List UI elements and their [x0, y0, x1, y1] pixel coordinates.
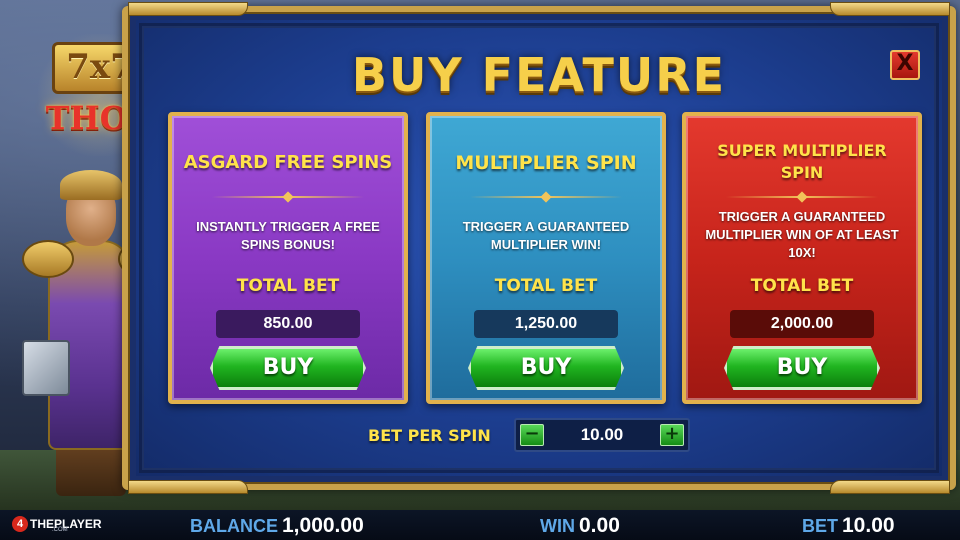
status-bar: 4 THEPLAYER .COM BALANCE 1,000.00 WIN 0.00 …	[0, 510, 960, 540]
total-bet-value: 2,000.00	[730, 310, 874, 338]
balance-label: BALANCE	[190, 516, 278, 536]
minus-icon[interactable]: −	[520, 424, 544, 446]
total-bet-label: TOTAL BET	[236, 276, 340, 296]
bet-per-spin-label: BET PER SPIN	[368, 426, 491, 445]
feature-card-asgard-free-spins: ASGARD FREE SPINS INSTANTLY TRIGGER A FR…	[168, 112, 408, 404]
plus-icon[interactable]: +	[660, 424, 684, 446]
frame-corner-ornament	[830, 480, 950, 494]
total-bet-value: 1,250.00	[474, 310, 618, 338]
buy-feature-dialog: BUY FEATURE X ASGARD FREE SPINS INSTANTL…	[122, 2, 956, 494]
thor-helmet	[60, 170, 122, 200]
frame-corner-ornament	[128, 2, 248, 16]
frame-corner-ornament	[830, 2, 950, 16]
balance-display: BALANCE 1,000.00	[190, 514, 364, 538]
feature-description: INSTANTLY TRIGGER A FREE SPINS BONUS!	[196, 219, 380, 252]
bet-per-spin-value: 10.00	[580, 425, 624, 444]
bet-display: BET 10.00	[802, 514, 895, 538]
ornament-divider	[212, 196, 364, 198]
bet-value: 10.00	[842, 514, 895, 537]
feature-title: ASGARD FREE SPINS	[183, 152, 393, 173]
win-value: 0.00	[579, 514, 620, 537]
total-bet-label: TOTAL BET	[750, 276, 854, 296]
ornament-divider	[470, 196, 622, 198]
feature-card-multiplier-spin: MULTIPLIER SPIN TRIGGER A GUARANTEED MUL…	[426, 112, 666, 404]
frame-corner-ornament	[128, 480, 248, 494]
buy-button[interactable]: BUY	[724, 346, 880, 390]
feature-description: TRIGGER A GUARANTEED MULTIPLIER WIN OF A…	[705, 209, 899, 260]
feature-title: MULTIPLIER SPIN	[455, 152, 637, 174]
thor-left-shoulder	[22, 240, 74, 278]
feature-title: SUPER MULTIPLIER SPIN	[717, 141, 887, 182]
bet-label: BET	[802, 516, 838, 536]
bet-per-spin-stepper: − 10.00 +	[514, 418, 690, 452]
balance-value: 1,000.00	[282, 514, 364, 537]
buy-button[interactable]: BUY	[210, 346, 366, 390]
win-display: WIN 0.00	[540, 514, 620, 538]
total-bet-label: TOTAL BET	[494, 276, 598, 296]
hammer-icon	[22, 340, 70, 396]
feature-description: TRIGGER A GUARANTEED MULTIPLIER WIN!	[462, 219, 630, 252]
close-button[interactable]: X	[890, 50, 920, 80]
buy-button[interactable]: BUY	[468, 346, 624, 390]
ornament-divider	[726, 196, 878, 198]
brand-domain: .COM	[52, 527, 68, 533]
brand-mark: 4	[12, 516, 28, 532]
win-label: WIN	[540, 516, 575, 536]
total-bet-value: 850.00	[216, 310, 360, 338]
dialog-title: BUY FEATURE	[351, 48, 727, 102]
feature-card-super-multiplier-spin: SUPER MULTIPLIER SPIN TRIGGER A GUARANTE…	[682, 112, 922, 404]
